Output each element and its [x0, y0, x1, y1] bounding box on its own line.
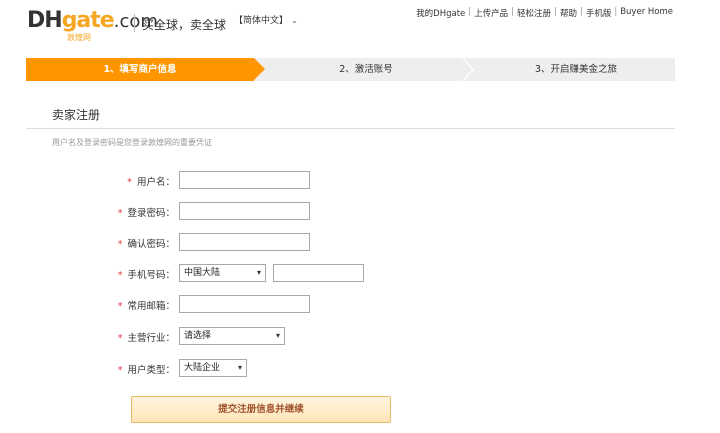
top-navigation: 我的DHgate | 上传产品 | 轻松注册 | 帮助 | 手机版 | Buyer Hom… [416, 7, 673, 19]
user-type-label: * 用户类型： [118, 362, 175, 376]
username-label-text: 用户名： [136, 177, 175, 188]
password-label-text: 登录密码： [127, 208, 175, 219]
phone-region-value: 中国大陆 [184, 268, 221, 278]
form-row-phone: * 手机号码： 中国大陆 ▾ [0, 264, 720, 284]
username-label: * 用户名： [127, 174, 175, 188]
username-input[interactable] [179, 171, 310, 189]
form-row-industry: * 主营行业： 请选择 ▾ [0, 327, 720, 347]
page-header: DHgate.com 敦煌网 买全球，卖全球 【简体中文】 ⌄ 我的DHgate |… [0, 0, 720, 50]
nav-separator: | [554, 7, 557, 17]
industry-label: * 主营行业： [118, 330, 175, 344]
nav-my-dhgate[interactable]: 我的DHgate [416, 7, 465, 19]
section-note: 用户名及登录密码是您登录敦煌网的重要凭证 [52, 138, 212, 147]
required-mark: * [127, 177, 132, 188]
chevron-down-icon: ▾ [256, 268, 261, 277]
step-separator-icon [462, 58, 474, 81]
user-type-label-text: 用户类型： [127, 365, 175, 376]
language-label: 简体中文 [243, 16, 280, 26]
nav-separator: | [511, 7, 515, 17]
industry-label-text: 主营行业： [127, 333, 175, 344]
step-fill-info: 1、填写商户信息 [26, 58, 254, 81]
email-label-text: 常用邮箱： [127, 301, 175, 312]
chevron-down-icon: ⌄ [291, 16, 298, 25]
logo-gate: gate [61, 8, 115, 33]
form-row-username: * 用户名： [0, 171, 720, 191]
nav-separator: | [614, 7, 618, 17]
phone-number-input[interactable] [273, 264, 364, 282]
slogan: 买全球，卖全球 [142, 18, 227, 32]
page-title: 卖家注册 [52, 108, 101, 122]
user-type-select[interactable]: 大陆企业 ▾ [179, 359, 247, 377]
required-mark: * [117, 270, 123, 281]
confirm-password-label: * 确认密码： [118, 236, 175, 250]
language-selector[interactable]: 【简体中文】 ⌄ [234, 13, 298, 26]
chevron-down-icon: ▾ [275, 331, 280, 340]
logo-subtitle: 敦煌网 [67, 33, 91, 42]
industry-select[interactable]: 请选择 ▾ [179, 327, 285, 345]
nav-separator: | [468, 7, 472, 17]
nav-upload-product[interactable]: 上传产品 [474, 7, 508, 19]
logo-wordmark: DHgate.com [27, 8, 158, 35]
title-divider [26, 128, 675, 129]
phone-label-text: 手机号码： [127, 270, 175, 281]
submit-registration-button[interactable]: 提交注册信息并继续 [131, 396, 391, 423]
required-mark: * [117, 365, 123, 376]
confirm-password-input[interactable] [179, 233, 310, 251]
required-mark: * [117, 208, 123, 219]
logo-divider [134, 14, 135, 32]
nav-help[interactable]: 帮助 [560, 7, 577, 19]
nav-buyer-home[interactable]: Buyer Home [620, 7, 673, 19]
chevron-down-icon: ▾ [237, 363, 242, 372]
phone-label: * 手机号码： [118, 267, 175, 281]
user-type-value: 大陆企业 [184, 363, 221, 373]
nav-mobile[interactable]: 手机版 [586, 7, 612, 19]
progress-steps: 1、填写商户信息 2、激活账号 3、开启赚美金之旅 [26, 58, 675, 81]
step-start-earning: 3、开启赚美金之旅 [534, 64, 618, 75]
logo-dh: DH [27, 8, 63, 33]
form-row-email: * 常用邮箱： [0, 295, 720, 315]
step-arrow [254, 58, 265, 80]
required-mark: * [117, 333, 123, 344]
form-row-password: * 登录密码： [0, 202, 720, 222]
industry-value: 请选择 [184, 331, 212, 341]
nav-separator: | [579, 7, 583, 17]
phone-region-select[interactable]: 中国大陆 ▾ [179, 264, 266, 282]
password-input[interactable] [179, 202, 310, 220]
required-mark: * [117, 301, 123, 312]
email-input[interactable] [179, 295, 310, 313]
confirm-password-label-text: 确认密码： [127, 239, 175, 250]
password-label: * 登录密码： [118, 205, 175, 219]
email-label: * 常用邮箱： [118, 298, 175, 312]
required-mark: * [117, 239, 123, 250]
step-activate-account: 2、激活账号 [339, 64, 393, 75]
dhgate-logo[interactable]: DHgate.com 敦煌网 [27, 8, 158, 42]
nav-easy-register[interactable]: 轻松注册 [517, 7, 551, 19]
form-row-confirm-password: * 确认密码： [0, 233, 720, 253]
form-row-user-type: * 用户类型： 大陆企业 ▾ [0, 359, 720, 379]
